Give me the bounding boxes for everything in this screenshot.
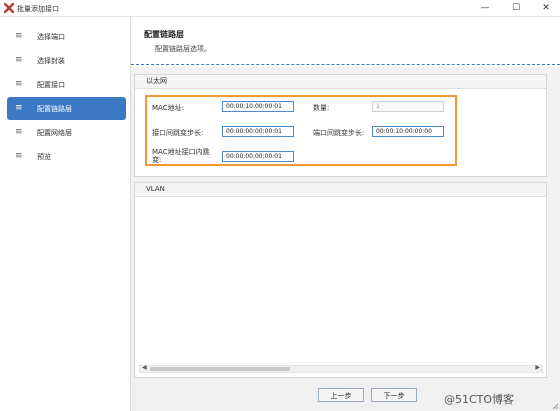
page-title: 配置链路层	[144, 30, 184, 39]
sidebar-item-label: 选择端口	[37, 33, 65, 41]
ethernet-group-title: 以太网	[135, 75, 546, 89]
content-area: 以太网 MAC地址: 数量: 接口间跳变步长: 端口间跳变步长: MAC地址接口…	[131, 67, 560, 383]
page-header: 配置链路层 配置链路层选项。	[131, 17, 560, 67]
horizontal-scrollbar[interactable]: ◀ ▶	[139, 364, 543, 373]
sidebar-item-label: 配置网络层	[37, 129, 72, 137]
menu-lines-icon: ≡	[15, 79, 23, 89]
vlan-group-title: VLAN	[135, 183, 546, 197]
port-step-input[interactable]	[222, 126, 294, 137]
menu-lines-icon: ≡	[15, 55, 23, 65]
watermark: @51CTO博客	[444, 393, 515, 406]
window-title: 批量添加接口	[17, 5, 59, 13]
close-button[interactable]: ✕	[531, 0, 560, 16]
menu-lines-icon: ≡	[15, 151, 23, 161]
intra-step-input[interactable]	[222, 151, 294, 162]
scrollbar-thumb[interactable]	[150, 367, 290, 371]
resize-grip-icon[interactable]	[551, 402, 559, 410]
sidebar-item-select-port[interactable]: ≡ 选择端口	[7, 25, 126, 48]
sidebar-item-label: 配置链路层	[37, 105, 72, 113]
maximize-icon: ☐	[511, 3, 521, 13]
menu-lines-icon: ≡	[15, 103, 23, 113]
minimize-icon: —	[480, 3, 490, 13]
vlan-group: VLAN ◀ ▶	[134, 182, 547, 378]
maximize-button[interactable]: ☐	[501, 0, 531, 16]
mac-address-input[interactable]	[222, 101, 294, 112]
count-input[interactable]	[372, 101, 444, 112]
scroll-right-arrow-icon[interactable]: ▶	[535, 364, 540, 371]
page-subtitle: 配置链路层选项。	[155, 45, 211, 53]
card-step-label: 端口间跳变步长:	[313, 129, 365, 137]
card-step-input[interactable]	[372, 126, 444, 137]
menu-lines-icon: ≡	[15, 127, 23, 137]
menu-lines-icon: ≡	[15, 31, 23, 41]
previous-button[interactable]: 上一步	[318, 388, 364, 402]
mac-address-label: MAC地址:	[152, 104, 184, 112]
port-step-label: 接口间跳变步长:	[152, 129, 204, 137]
sidebar-item-label: 配置接口	[37, 81, 65, 89]
count-label: 数量:	[313, 104, 330, 112]
sidebar-item-label: 预览	[37, 153, 51, 161]
wizard-sidebar: ≡ 选择端口 ≡ 选择封装 ≡ 配置接口 ≡ 配置链路层 ≡ 配置网络层 ≡ 预…	[0, 17, 131, 411]
scroll-left-arrow-icon[interactable]: ◀	[142, 364, 147, 371]
sidebar-item-label: 选择封装	[37, 57, 65, 65]
minimize-button[interactable]: —	[470, 0, 500, 16]
app-logo-icon	[4, 3, 14, 13]
close-icon: ✕	[542, 3, 550, 13]
next-button[interactable]: 下一步	[371, 388, 417, 402]
title-bar: 批量添加接口 — ☐ ✕	[0, 0, 560, 17]
sidebar-item-preview[interactable]: ≡ 预览	[7, 145, 126, 168]
intra-step-label-line2: 变:	[152, 156, 162, 164]
sidebar-item-configure-interface[interactable]: ≡ 配置接口	[7, 73, 126, 96]
ethernet-group: 以太网 MAC地址: 数量: 接口间跳变步长: 端口间跳变步长: MAC地址接口…	[134, 74, 547, 177]
header-divider	[131, 64, 560, 65]
sidebar-item-select-encapsulation[interactable]: ≡ 选择封装	[7, 49, 126, 72]
sidebar-item-configure-link-layer[interactable]: ≡ 配置链路层	[7, 97, 126, 120]
sidebar-item-configure-network-layer[interactable]: ≡ 配置网络层	[7, 121, 126, 144]
